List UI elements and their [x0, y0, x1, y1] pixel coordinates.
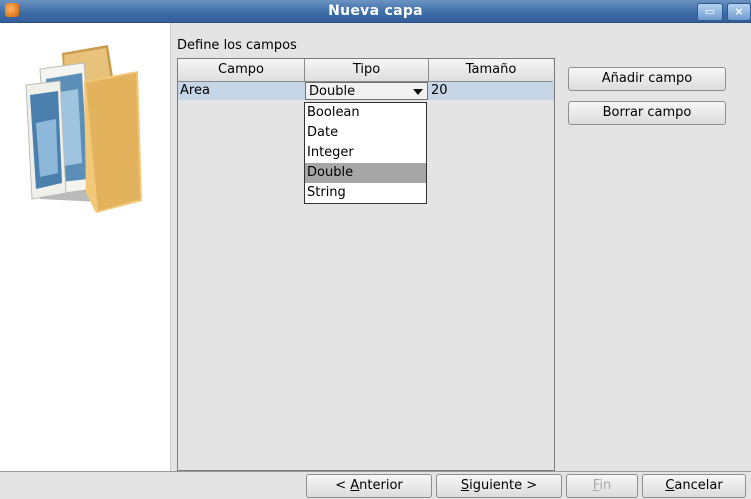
table-row[interactable]: Area Double 20 [178, 82, 554, 100]
column-header-tipo[interactable]: Tipo [305, 59, 429, 82]
wizard-image-panel [0, 23, 171, 472]
type-combobox[interactable]: Double [305, 82, 428, 100]
close-icon[interactable]: × [727, 3, 751, 21]
column-header-tamano[interactable]: Tamaño [429, 59, 553, 82]
next-label: iguiente > [469, 478, 538, 493]
previous-prefix: < [335, 478, 351, 493]
column-header-campo[interactable]: Campo [178, 59, 305, 82]
folder-images-icon [25, 45, 142, 213]
cancel-label: ancelar [674, 478, 723, 493]
new-layer-window: Nueva capa ▭ × Define los campos Campo T… [0, 0, 751, 499]
next-mnemonic: S [460, 478, 470, 493]
minimize-icon[interactable]: ▭ [697, 3, 723, 21]
combo-value: Double [309, 84, 356, 99]
type-dropdown-list[interactable]: Boolean Date Integer Double String [304, 102, 427, 204]
remove-field-button[interactable]: Borrar campo [568, 101, 726, 125]
cancel-button[interactable]: Cancelar [642, 474, 746, 498]
cell-tamano[interactable]: 20 [431, 82, 551, 100]
option-boolean[interactable]: Boolean [305, 103, 426, 123]
define-fields-label: Define los campos [177, 38, 297, 53]
finish-label: in [599, 478, 612, 493]
add-field-button[interactable]: Añadir campo [568, 67, 726, 91]
next-button[interactable]: Siguiente > [436, 474, 562, 498]
cell-campo[interactable]: Area [180, 82, 300, 100]
title-bar[interactable]: Nueva capa ▭ × [0, 0, 751, 23]
previous-label: nterior [359, 478, 403, 493]
previous-button[interactable]: < Anterior [306, 474, 432, 498]
option-double[interactable]: Double [305, 163, 426, 183]
window-title: Nueva capa [328, 3, 423, 19]
option-integer[interactable]: Integer [305, 143, 426, 163]
triangle-down-icon[interactable] [413, 89, 423, 95]
option-date[interactable]: Date [305, 123, 426, 143]
option-string[interactable]: String [305, 183, 426, 203]
finish-button[interactable]: Fin [566, 474, 638, 498]
previous-mnemonic: A [350, 478, 360, 493]
